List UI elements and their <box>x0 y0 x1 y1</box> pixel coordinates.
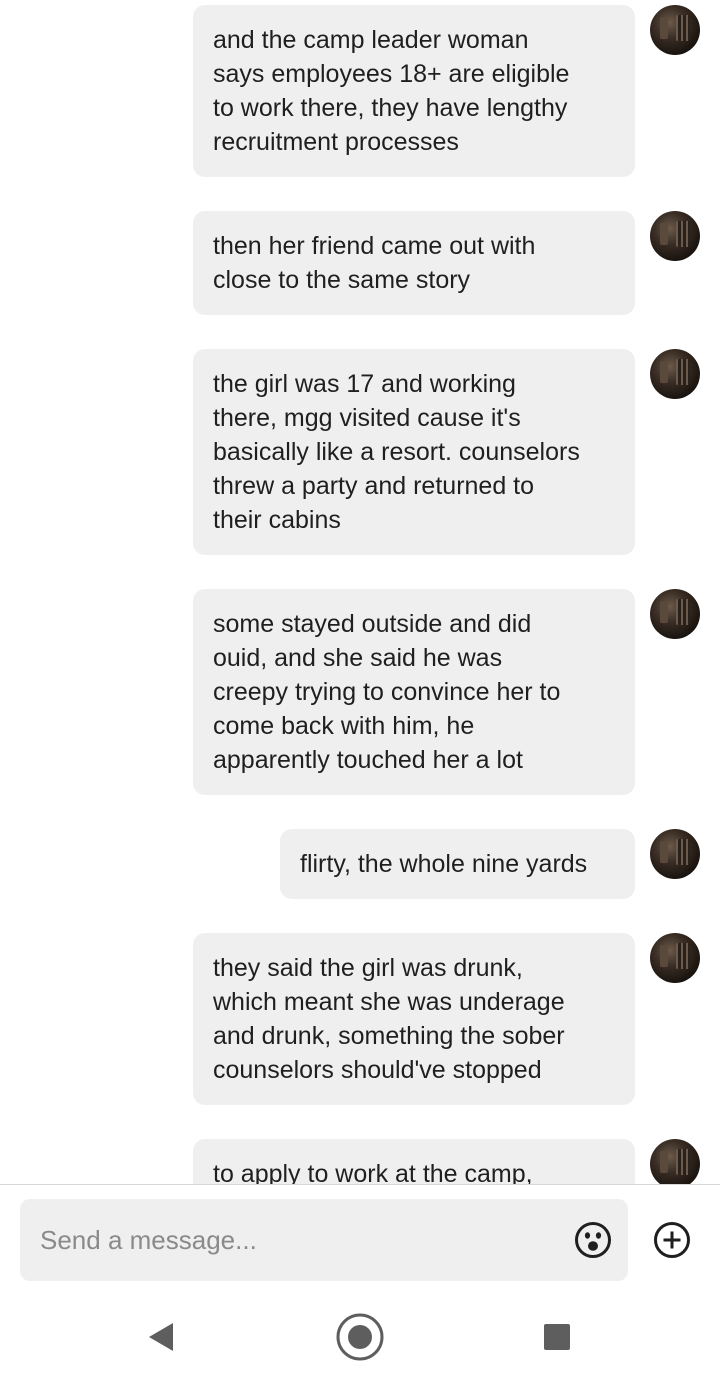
sender-avatar[interactable] <box>650 1139 700 1184</box>
message-bubble: flirty, the whole nine yards <box>280 829 635 899</box>
sender-avatar[interactable] <box>650 589 700 639</box>
message-row: the girl was 17 and working there, mgg v… <box>193 349 700 555</box>
emoji-face-icon[interactable] <box>574 1221 612 1259</box>
message-row: then her friend came out with close to t… <box>193 211 700 315</box>
message-bubble: the girl was 17 and working there, mgg v… <box>193 349 635 555</box>
triangle-back-icon[interactable] <box>145 1320 177 1354</box>
sender-avatar[interactable] <box>650 829 700 879</box>
sender-avatar[interactable] <box>650 211 700 261</box>
message-bubble: they said the girl was drunk, which mean… <box>193 933 635 1105</box>
message-thread[interactable]: and the camp leader woman says employees… <box>0 0 720 1184</box>
sender-avatar[interactable] <box>650 5 700 55</box>
sender-avatar[interactable] <box>650 933 700 983</box>
sender-avatar[interactable] <box>650 349 700 399</box>
message-row: to apply to work at the camp, <box>193 1139 700 1184</box>
message-row: they said the girl was drunk, which mean… <box>193 933 700 1105</box>
message-bubble: and the camp leader woman says employees… <box>193 5 635 177</box>
message-bubble: then her friend came out with close to t… <box>193 211 635 315</box>
message-bubble: to apply to work at the camp, <box>193 1139 635 1184</box>
system-navigation-bar <box>0 1296 720 1376</box>
message-bubble: some stayed outside and did ouid, and sh… <box>193 589 635 795</box>
message-composer <box>20 1199 628 1281</box>
message-row: flirty, the whole nine yards <box>280 829 700 899</box>
plus-circle-icon[interactable] <box>653 1221 691 1259</box>
square-recents-icon[interactable] <box>542 1322 572 1352</box>
message-row: some stayed outside and did ouid, and sh… <box>193 589 700 795</box>
composer-divider <box>0 1184 720 1185</box>
circle-home-icon[interactable] <box>335 1312 385 1362</box>
message-input[interactable] <box>40 1224 560 1256</box>
message-row: and the camp leader woman says employees… <box>193 5 700 177</box>
